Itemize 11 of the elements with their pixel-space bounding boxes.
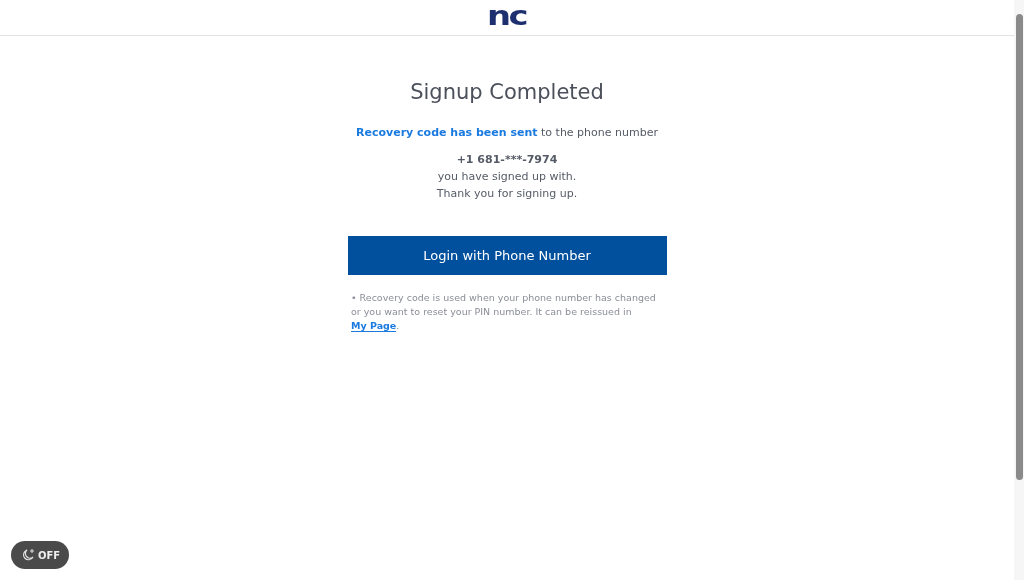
nc-logo[interactable]: nc [487,4,527,27]
page-title: Signup Completed [410,80,604,104]
note-text: • Recovery code is used when your phone number has changed or you want to reset your PIN number. It can be reissued in My Page. [351,291,657,333]
message-text: Thank you for signing up. [436,186,578,202]
scrollbar-thumb[interactable] [1015,14,1023,480]
message-text: Recovery code has been sent to the phone number [356,125,658,141]
dark-mode-toggle[interactable]: OFF [11,541,70,569]
phone-number: +1 681-***-7974 [456,152,558,168]
moon-icon [20,547,36,563]
message-text: you have signed up with. [436,169,578,185]
login-button[interactable]: Login with Phone Number [347,236,667,275]
